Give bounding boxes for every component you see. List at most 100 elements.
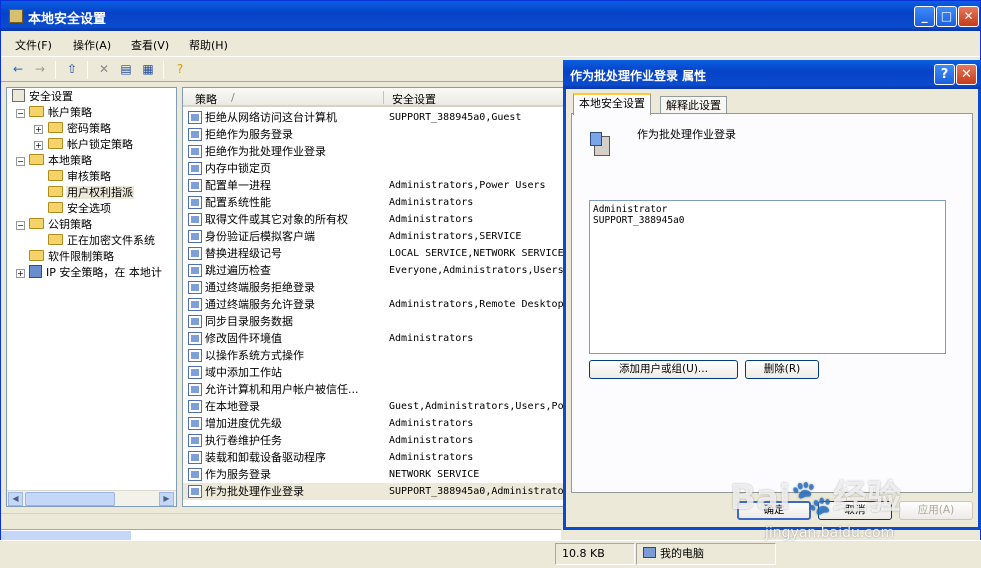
- menu-view[interactable]: 查看(V): [131, 37, 169, 53]
- scroll-right-icon[interactable]: ▶: [159, 492, 174, 506]
- table-row[interactable]: 作为批处理作业登录 SUPPORT_388945a0,Administrato: [183, 483, 566, 500]
- status-size: 10.8 KB: [555, 543, 635, 565]
- table-row[interactable]: 拒绝作为批处理作业登录: [183, 143, 566, 160]
- tree-item-local-policies[interactable]: 本地策略: [29, 153, 93, 169]
- user-list[interactable]: Administrator SUPPORT_388945a0: [589, 200, 946, 354]
- policy-list: 策略 / 安全设置 拒绝从网络访问这台计算机 SUPPORT_388945a0,G…: [182, 87, 567, 507]
- policy-item-icon: [188, 111, 202, 124]
- policy-setting-cell: Administrators: [389, 452, 474, 463]
- policy-name-cell: 内存中锁定页: [205, 162, 271, 175]
- column-divider[interactable]: [383, 91, 384, 104]
- close-button[interactable]: ✕: [958, 6, 979, 27]
- tree-item-account-lockout[interactable]: 帐户锁定策略: [48, 137, 134, 153]
- table-row[interactable]: 域中添加工作站: [183, 364, 566, 381]
- tree-item-software-restriction[interactable]: 软件限制策略: [29, 249, 115, 265]
- tree-item-public-key[interactable]: 公钥策略: [29, 217, 93, 233]
- column-header-setting[interactable]: 安全设置: [392, 91, 436, 107]
- table-row[interactable]: 同步目录服务数据: [183, 313, 566, 330]
- folder-icon: [29, 106, 44, 117]
- policy-setting-cell: Administrators: [389, 418, 474, 429]
- policy-item-icon: [188, 315, 202, 328]
- policy-item-icon: [188, 468, 202, 481]
- policy-name-cell: 允许计算机和用户帐户被信任...: [205, 383, 359, 396]
- table-row[interactable]: 以操作系统方式操作: [183, 347, 566, 364]
- policy-name-cell: 以操作系统方式操作: [205, 349, 304, 362]
- table-row[interactable]: 通过终端服务允许登录 Administrators,Remote Desktop: [183, 296, 566, 313]
- collapse-icon[interactable]: −: [16, 157, 25, 166]
- expand-icon[interactable]: +: [16, 269, 25, 278]
- menu-action[interactable]: 操作(A): [73, 37, 111, 53]
- column-header-policy[interactable]: 策略: [195, 91, 217, 107]
- collapse-icon[interactable]: −: [16, 109, 25, 118]
- minimize-button[interactable]: _: [914, 6, 935, 27]
- forward-icon[interactable]: →: [31, 61, 49, 78]
- apply-button[interactable]: 应用(A): [899, 501, 973, 520]
- policy-name-cell: 取得文件或其它对象的所有权: [205, 213, 348, 226]
- table-row[interactable]: 修改固件环境值 Administrators: [183, 330, 566, 347]
- list-header: 策略 / 安全设置: [183, 88, 566, 107]
- remove-button[interactable]: 删除(R): [745, 360, 819, 379]
- table-row[interactable]: 拒绝作为服务登录: [183, 126, 566, 143]
- back-icon[interactable]: ←: [9, 61, 27, 78]
- policy-name-cell: 身份验证后模拟客户端: [205, 230, 315, 243]
- status-location: 我的电脑: [636, 543, 776, 565]
- table-row[interactable]: 身份验证后模拟客户端 Administrators,SERVICE: [183, 228, 566, 245]
- collapse-icon[interactable]: −: [16, 221, 25, 230]
- policy-name-cell: 通过终端服务拒绝登录: [205, 281, 315, 294]
- table-row[interactable]: 执行卷维护任务 Administrators: [183, 432, 566, 449]
- table-row[interactable]: 内存中锁定页: [183, 160, 566, 177]
- tree-item-password-policy[interactable]: 密码策略: [48, 121, 112, 137]
- tree-horizontal-scrollbar[interactable]: ◀ ▶: [7, 490, 176, 506]
- scroll-thumb[interactable]: [1, 531, 131, 540]
- tree-item-security-options[interactable]: 安全选项: [48, 201, 112, 217]
- help-button[interactable]: ?: [934, 64, 955, 85]
- table-row[interactable]: 配置系统性能 Administrators: [183, 194, 566, 211]
- tree-item-account-policies[interactable]: 帐户策略: [29, 105, 93, 121]
- table-row[interactable]: 替换进程级记号 LOCAL SERVICE,NETWORK SERVICE: [183, 245, 566, 262]
- tree-item-user-rights[interactable]: 用户权利指派: [48, 185, 134, 201]
- policy-setting-cell: Administrators: [389, 435, 474, 446]
- user-list-item[interactable]: SUPPORT_388945a0: [593, 215, 942, 226]
- dialog-title-bar[interactable]: 作为批处理作业登录 属性 ? ✕: [563, 60, 981, 89]
- table-row[interactable]: 拒绝从网络访问这台计算机 SUPPORT_388945a0,Guest: [183, 109, 566, 126]
- my-computer-icon: [643, 547, 656, 558]
- delete-icon[interactable]: ✕: [95, 61, 113, 78]
- policy-setting-cell: NETWORK SERVICE: [389, 469, 480, 480]
- tree-item-security-settings[interactable]: 安全设置: [12, 89, 74, 105]
- scroll-left-icon[interactable]: ◀: [8, 492, 23, 506]
- add-user-button[interactable]: 添加用户或组(U)...: [589, 360, 738, 379]
- up-folder-icon[interactable]: ⇧: [63, 61, 81, 78]
- table-row[interactable]: 作为服务登录 NETWORK SERVICE: [183, 466, 566, 483]
- table-row[interactable]: 允许计算机和用户帐户被信任...: [183, 381, 566, 398]
- tree-item-ip-security[interactable]: IP 安全策略，在 本地计: [29, 265, 163, 281]
- table-row[interactable]: 通过终端服务拒绝登录: [183, 279, 566, 296]
- tree-pane: 安全设置 − 帐户策略 + 密码策略 + 帐户锁定策略 − 本地策略 审核策略 …: [6, 87, 177, 507]
- policy-setting-cell: Everyone,Administrators,Users: [389, 265, 564, 276]
- table-row[interactable]: 在本地登录 Guest,Administrators,Users,Po: [183, 398, 566, 415]
- table-row[interactable]: 装载和卸载设备驱动程序 Administrators: [183, 449, 566, 466]
- tree-item-audit-policy[interactable]: 审核策略: [48, 169, 112, 185]
- table-row[interactable]: 跳过遍历检查 Everyone,Administrators,Users: [183, 262, 566, 279]
- table-row[interactable]: 取得文件或其它对象的所有权 Administrators: [183, 211, 566, 228]
- folder-icon: [29, 250, 44, 261]
- title-bar[interactable]: 本地安全设置 _ □ ✕: [1, 1, 980, 31]
- properties-icon[interactable]: ▤: [117, 61, 135, 78]
- policy-name: 作为批处理作业登录: [637, 128, 736, 141]
- table-row[interactable]: 配置单一进程 Administrators,Power Users: [183, 177, 566, 194]
- menu-help[interactable]: 帮助(H): [189, 37, 228, 53]
- policy-name-cell: 增加进度优先级: [205, 417, 282, 430]
- tree-item-efs[interactable]: 正在加密文件系统: [48, 233, 156, 249]
- user-list-item[interactable]: Administrator: [593, 204, 942, 215]
- expand-icon[interactable]: +: [34, 125, 43, 134]
- tab-local-security-setting[interactable]: 本地安全设置: [573, 93, 651, 115]
- help-icon[interactable]: ?: [171, 61, 189, 78]
- table-row[interactable]: 增加进度优先级 Administrators: [183, 415, 566, 432]
- maximize-button[interactable]: □: [936, 6, 957, 27]
- dialog-close-button[interactable]: ✕: [956, 64, 977, 85]
- expand-icon[interactable]: +: [34, 141, 43, 150]
- menu-file[interactable]: 文件(F): [15, 37, 52, 53]
- toolbar-separator: [55, 61, 56, 79]
- folder-icon: [48, 138, 63, 149]
- scroll-thumb[interactable]: [25, 492, 115, 506]
- export-icon[interactable]: ▦: [139, 61, 157, 78]
